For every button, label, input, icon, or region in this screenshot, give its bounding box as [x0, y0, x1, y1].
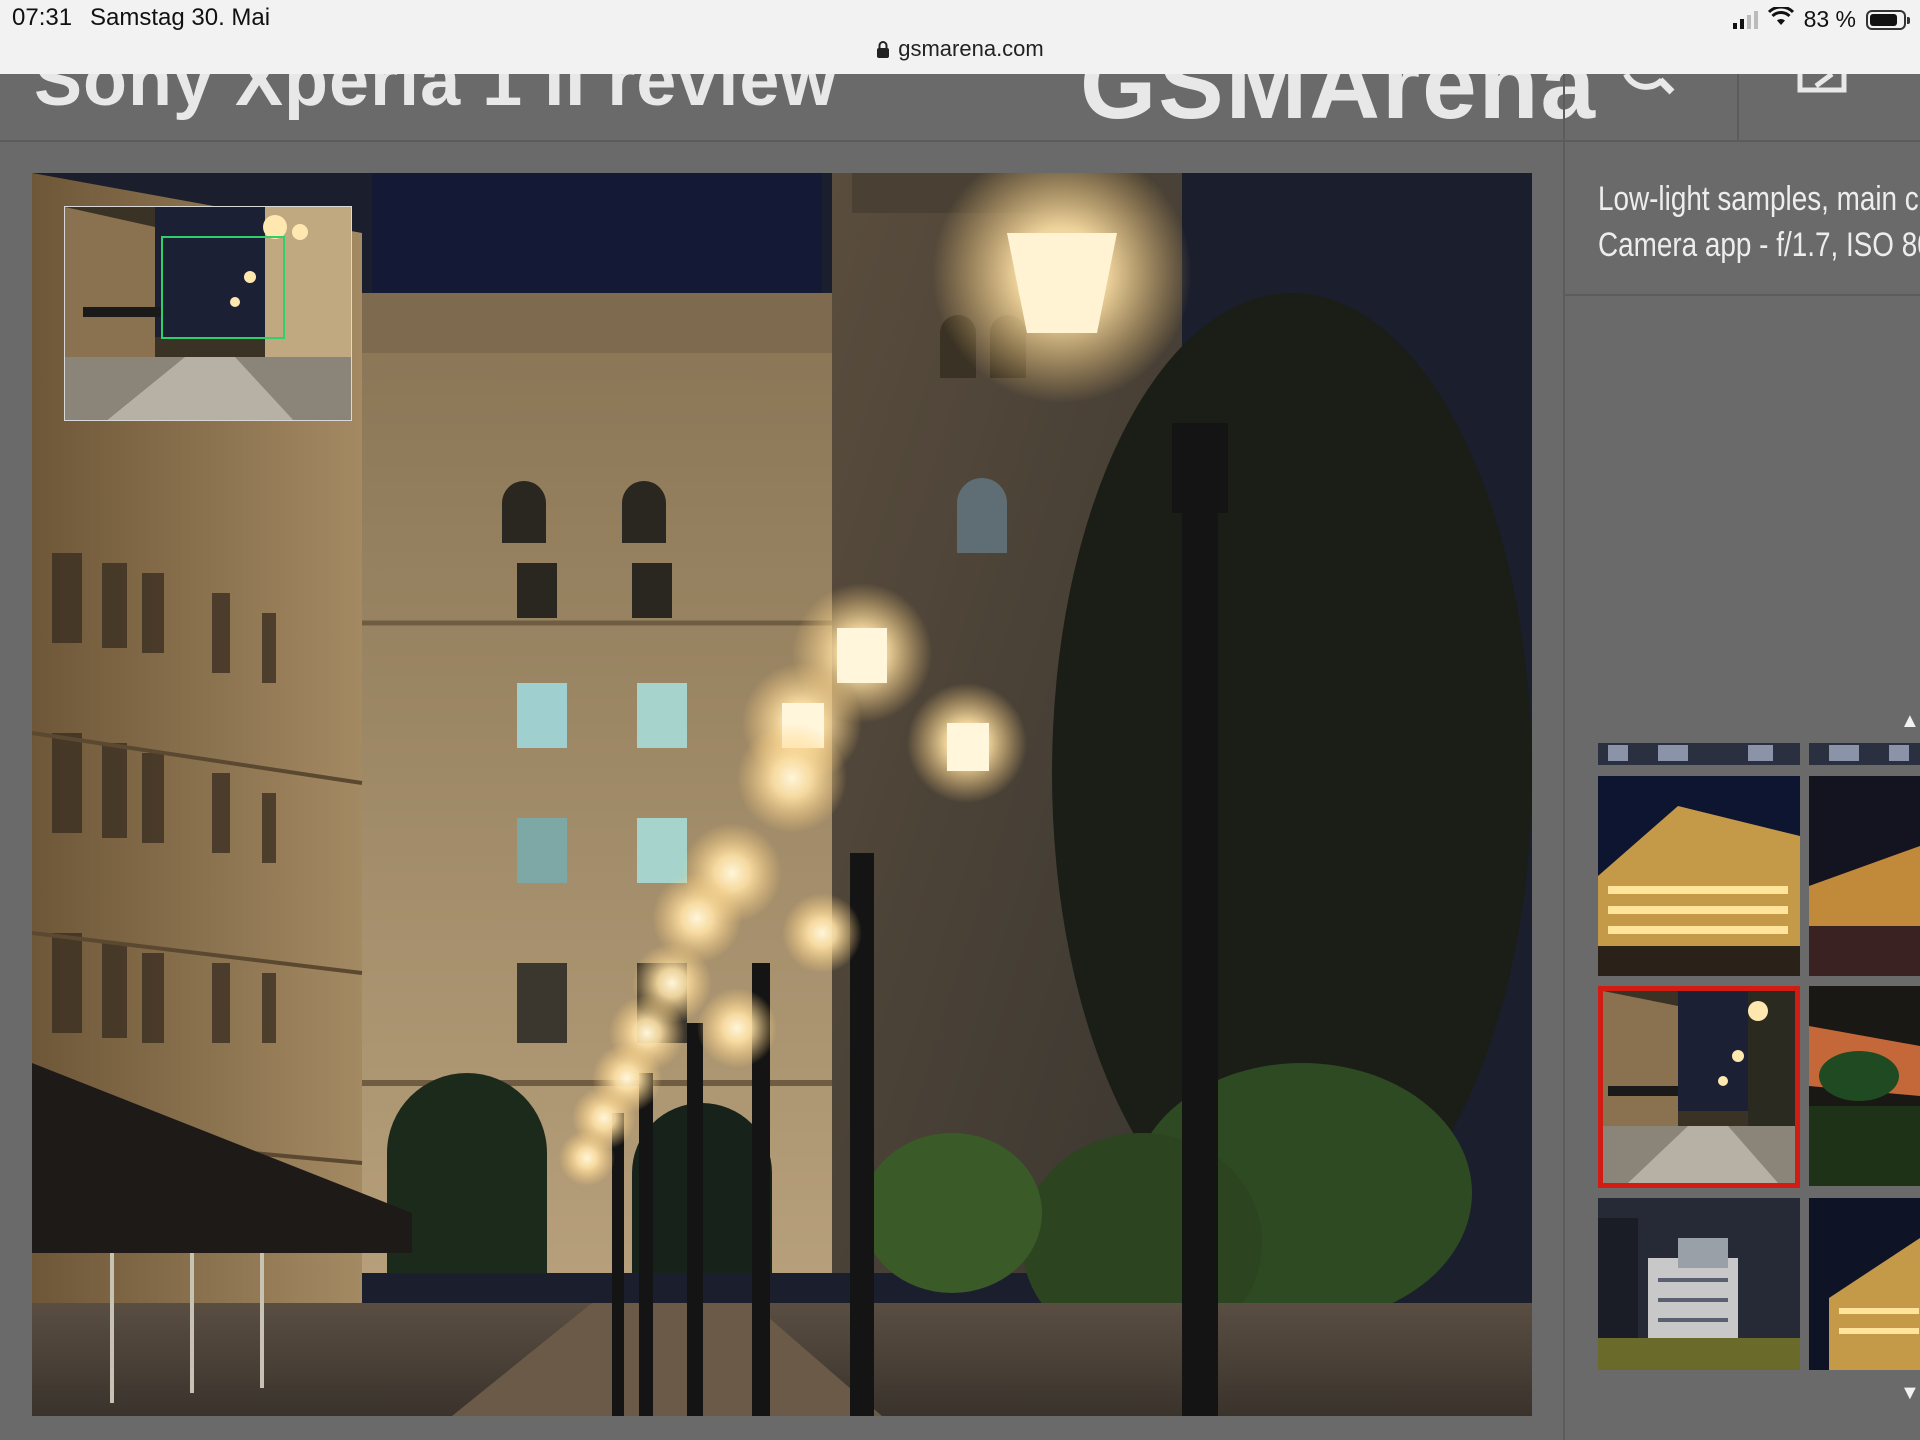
share-icon[interactable] — [1796, 74, 1852, 99]
status-date: Samstag 30. Mai — [90, 4, 271, 31]
site-header: Sony Xperia 1 II review GSMArena — [0, 74, 1920, 142]
page-title: Sony Xperia 1 II review — [34, 74, 838, 121]
thumbnails-scroll-down-icon[interactable]: ▼ — [1900, 1382, 1920, 1405]
thumbnail-4[interactable] — [1809, 986, 1920, 1186]
photo-minimap[interactable] — [64, 206, 352, 421]
address-bar[interactable]: gsmarena.com — [0, 36, 1920, 64]
search-icon[interactable] — [1622, 74, 1678, 103]
cellular-signal-icon — [1732, 10, 1758, 29]
thumbnails-scroll-up-icon[interactable]: ▲ — [1900, 710, 1920, 733]
thumbnail-partial-1[interactable] — [1598, 743, 1800, 765]
thumbnail-5[interactable] — [1598, 1198, 1800, 1370]
thumbnail-2[interactable] — [1809, 776, 1920, 976]
site-logo[interactable]: GSMArena — [1080, 74, 1597, 140]
caption-separator — [1565, 294, 1920, 296]
lock-icon — [876, 38, 890, 64]
battery-icon — [1866, 9, 1910, 30]
thumbnail-3-selected[interactable] — [1598, 986, 1800, 1188]
battery-percentage: 83 % — [1803, 6, 1856, 32]
thumbnail-partial-2[interactable] — [1809, 743, 1920, 765]
thumbnail-6[interactable] — [1809, 1198, 1920, 1370]
wifi-icon — [1767, 5, 1794, 32]
thumbnail-1[interactable] — [1598, 776, 1800, 976]
caption-line-2: Camera app - f/1.7, ISO 800, 1 — [1598, 226, 1920, 264]
side-panel-divider — [1563, 140, 1565, 1440]
minimap-viewport[interactable] — [161, 236, 285, 339]
status-bar: 07:31 Samstag 30. Mai gsmarena.com 83 % — [0, 0, 1920, 75]
url-text: gsmarena.com — [898, 36, 1044, 61]
photo-caption: Low-light samples, main cam Camera app -… — [1598, 176, 1920, 268]
status-indicators: 83 % — [1732, 5, 1910, 33]
caption-line-1: Low-light samples, main cam — [1598, 180, 1920, 218]
status-time: 07:31 — [12, 4, 73, 31]
main-photo[interactable] — [32, 173, 1532, 1416]
